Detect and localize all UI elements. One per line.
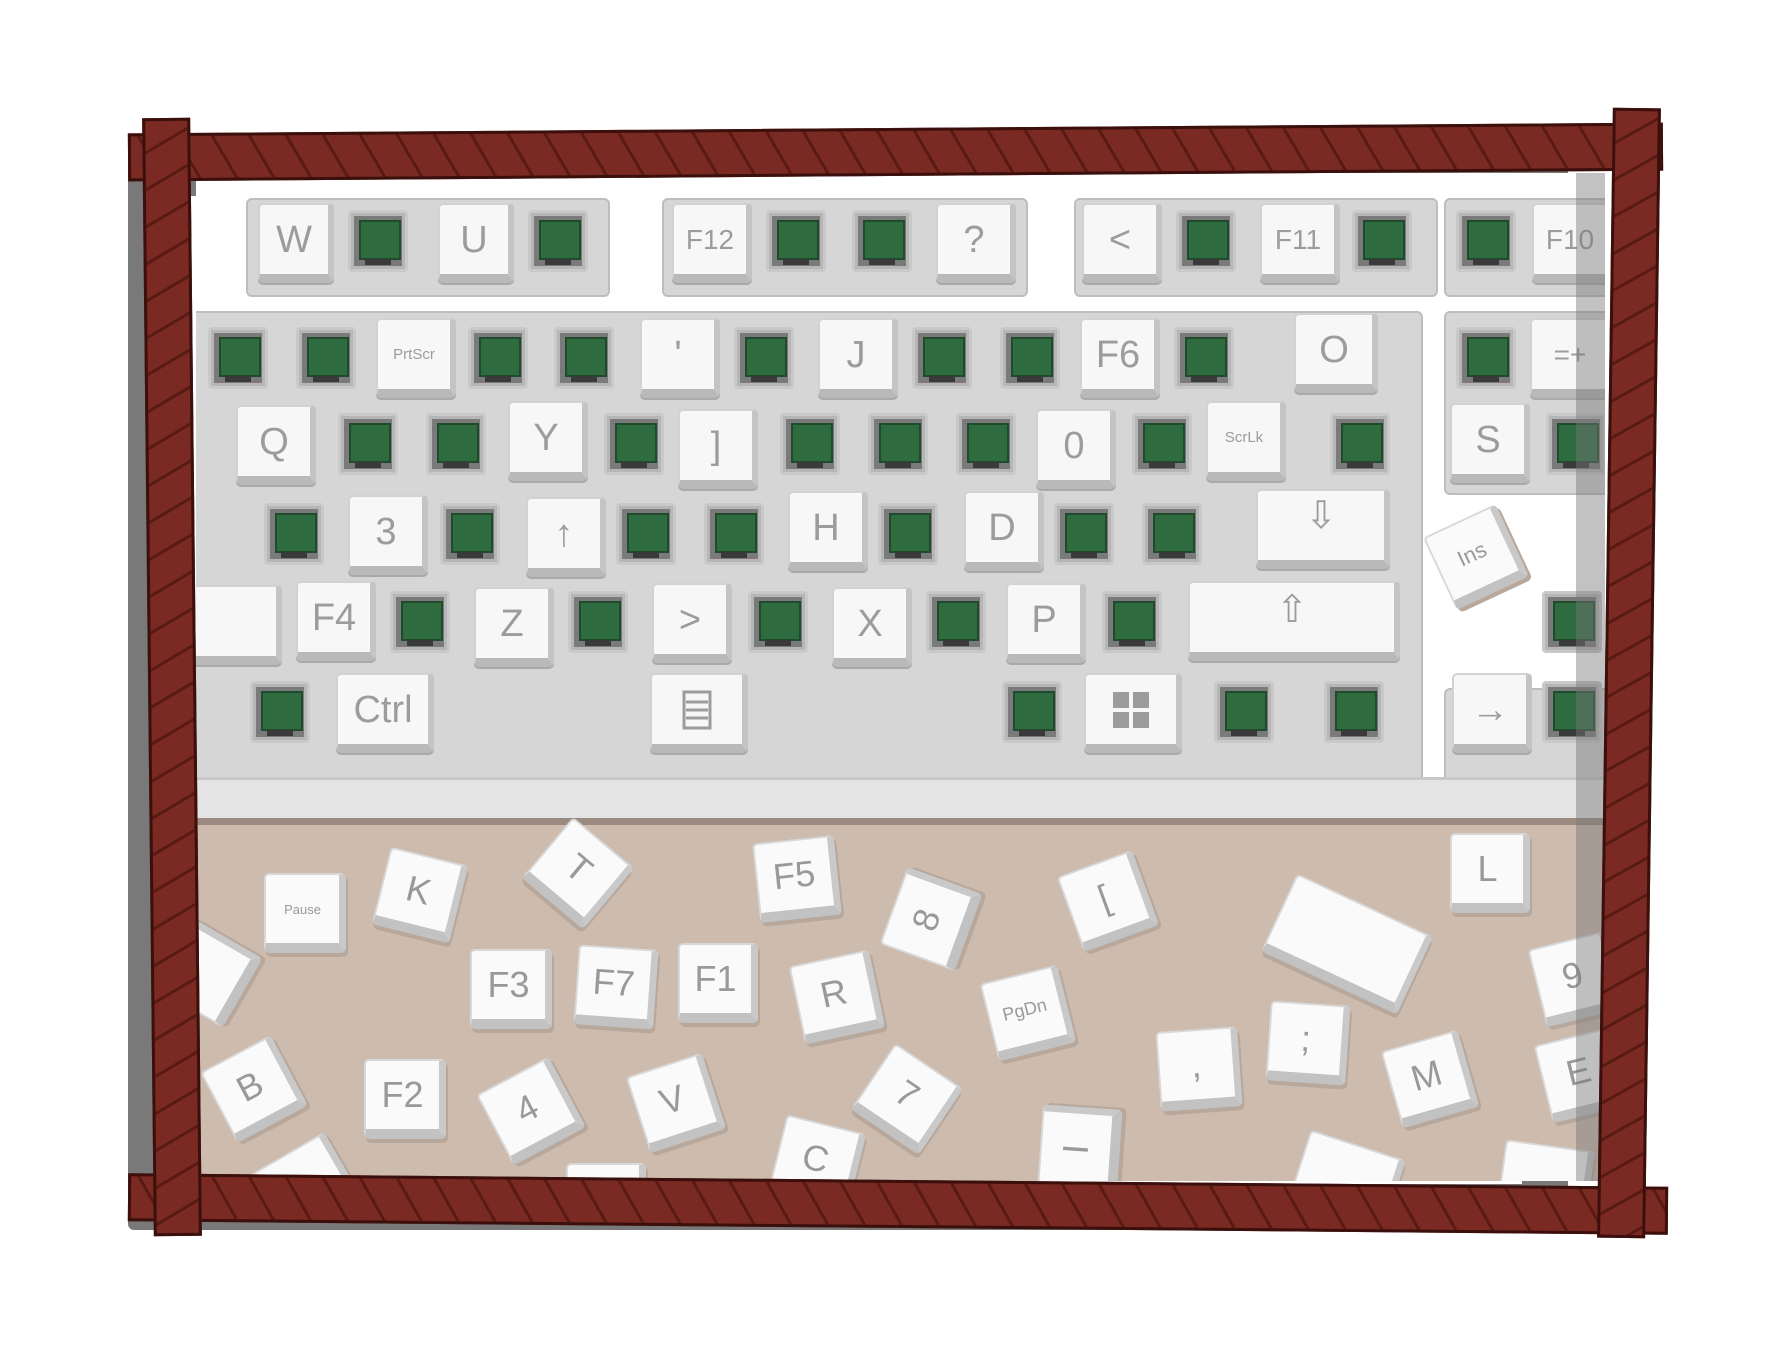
key-arrow-right[interactable]: → [1452,673,1532,753]
empty-switch[interactable] [766,210,826,272]
key-scrlk[interactable]: ScrLk [1206,401,1286,481]
loose-key-f2[interactable]: F2 [364,1059,446,1139]
key-windows[interactable] [1084,673,1182,753]
loose-key-l[interactable]: L [1450,833,1530,913]
key-right-bracket[interactable]: ] [678,409,758,489]
key-s[interactable]: S [1450,403,1530,483]
key-less-than[interactable]: < [1082,203,1162,283]
empty-switch[interactable] [426,413,486,475]
empty-switch[interactable] [704,503,764,565]
empty-switch[interactable] [390,591,450,653]
loose-key-r[interactable]: R [788,949,886,1045]
key-q[interactable]: Q [236,405,316,485]
key-question[interactable]: ? [936,203,1016,283]
empty-switch[interactable] [1176,210,1236,272]
empty-switch[interactable] [1456,210,1516,272]
empty-switch[interactable] [1002,681,1062,743]
empty-switch[interactable] [1142,503,1202,565]
empty-switch[interactable] [1132,413,1192,475]
empty-switch[interactable] [208,327,268,389]
empty-switch[interactable] [878,503,938,565]
key-w[interactable]: W [258,203,334,283]
empty-switch[interactable] [912,327,972,389]
play-viewport: W U F12 ? < F11 F1 0 PrtScr ' J F6 O =+ Q… [196,173,1605,1181]
empty-switch[interactable] [926,591,986,653]
key-ctrl[interactable]: Ctrl [336,673,434,753]
keyboard-front-edge [196,777,1605,828]
empty-switch[interactable] [852,210,912,272]
loose-key-pipe[interactable]: I [1037,1104,1123,1181]
empty-switch[interactable] [1456,327,1516,389]
key-h[interactable]: H [788,491,868,571]
key-j[interactable]: J [818,318,898,398]
loose-key-comma[interactable]: , [1155,1026,1243,1112]
empty-switch[interactable] [338,413,398,475]
empty-switch[interactable] [468,327,528,389]
frame-right [1597,107,1661,1239]
empty-switch[interactable] [1174,327,1234,389]
key-apostrophe[interactable]: ' [640,318,720,398]
key-u[interactable]: U [438,203,514,283]
empty-switch[interactable] [568,591,628,653]
key-greater-than[interactable]: > [652,583,732,663]
empty-switch[interactable] [440,503,500,565]
key-x[interactable]: X [832,587,912,667]
loose-key-f5[interactable]: F5 [752,834,842,924]
empty-switch[interactable] [616,503,676,565]
key-o[interactable]: O [1294,313,1378,393]
empty-switch[interactable] [734,327,794,389]
empty-switch[interactable] [528,210,588,272]
key-tab-partial[interactable] [196,585,282,665]
key-shift[interactable]: ⇧ [1188,581,1400,661]
empty-switch[interactable] [296,327,356,389]
key-3[interactable]: 3 [348,495,428,575]
key-y[interactable]: Y [508,401,588,481]
key-f6[interactable]: F6 [1080,318,1160,398]
key-menu[interactable] [650,673,748,753]
empty-switch[interactable] [250,681,310,743]
key-f12[interactable]: F12 [672,203,752,283]
empty-switch[interactable] [1054,503,1114,565]
key-0[interactable]: 0 [1036,409,1116,489]
empty-switch[interactable] [264,503,324,565]
empty-switch[interactable] [748,591,808,653]
empty-switch[interactable] [780,413,840,475]
empty-switch[interactable] [348,210,408,272]
key-arrow-up[interactable]: ↑ [526,497,606,577]
empty-switch[interactable] [1214,681,1274,743]
loose-key-pause[interactable]: Pause [264,873,346,953]
key-f11[interactable]: F11 [1260,203,1340,283]
empty-switch[interactable] [554,327,614,389]
key-p[interactable]: P [1006,583,1086,663]
game-scene: W U F12 ? < F11 F1 0 PrtScr ' J F6 O =+ Q… [0,0,1771,1372]
empty-switch[interactable] [1324,681,1384,743]
loose-key-f7[interactable]: F7 [573,944,659,1030]
empty-switch[interactable] [604,413,664,475]
menu-icon [682,690,712,729]
empty-switch[interactable] [1352,210,1412,272]
empty-switch[interactable] [1000,327,1060,389]
key-f4[interactable]: F4 [296,581,376,661]
key-z[interactable]: Z [474,587,554,667]
empty-switch[interactable] [868,413,928,475]
loose-key-f1[interactable]: F1 [678,943,758,1023]
keyboard-area: W U F12 ? < F11 F10 PrtScr ' J F6 O =+ Q… [196,173,1605,828]
windows-icon [1113,691,1149,728]
empty-switch[interactable] [1102,591,1162,653]
empty-switch[interactable] [1330,413,1390,475]
key-prtscr[interactable]: PrtScr [376,318,456,398]
empty-switch[interactable] [956,413,1016,475]
loose-key-semicolon[interactable]: ; [1265,1000,1351,1086]
key-down-shift[interactable]: ⇩ [1256,489,1390,569]
loose-key-f3[interactable]: F3 [470,949,552,1029]
key-d[interactable]: D [964,491,1044,571]
